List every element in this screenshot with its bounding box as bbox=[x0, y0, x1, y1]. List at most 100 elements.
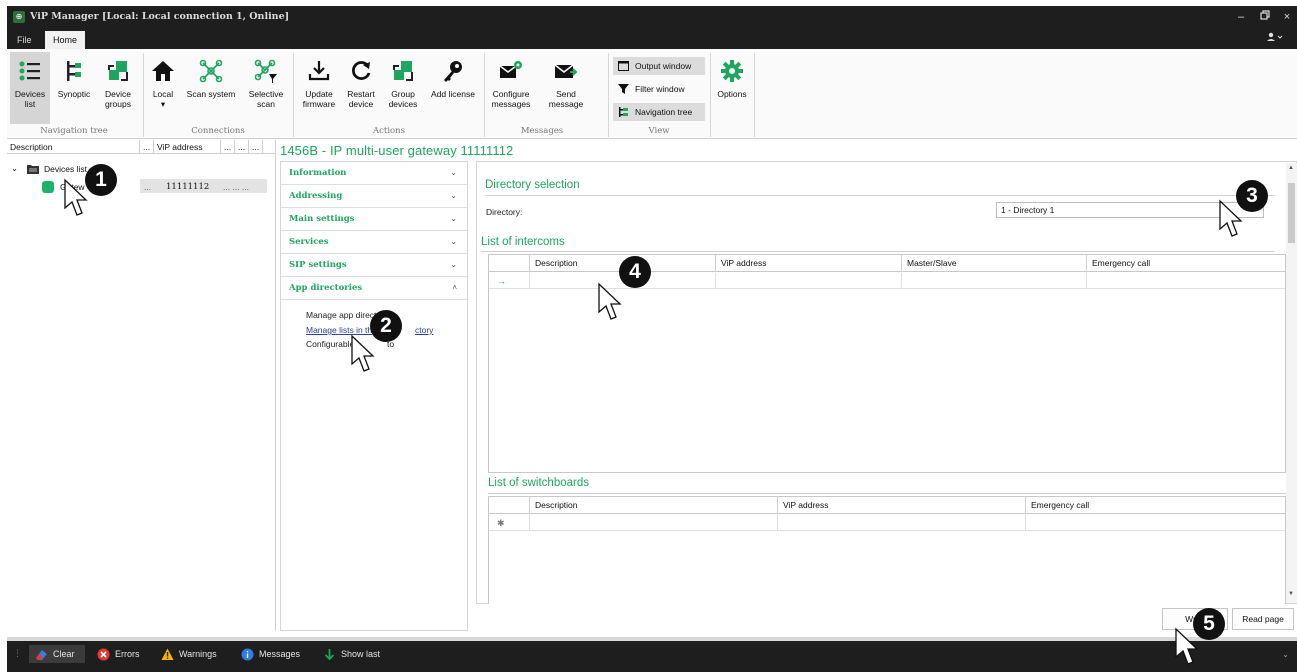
table-cell[interactable] bbox=[530, 515, 778, 531]
tree-root-label[interactable]: Devices list bbox=[44, 163, 87, 175]
local-button[interactable]: Local ▾ bbox=[147, 52, 179, 124]
content-scrollbar[interactable]: ▲ ▼ bbox=[1286, 163, 1297, 603]
table-cell[interactable] bbox=[778, 515, 1026, 531]
window-title: ViP Manager [Local: Local connection 1, … bbox=[30, 11, 290, 22]
tree-col-dots[interactable]: ... bbox=[235, 140, 249, 154]
restart-device-button[interactable]: Restart device bbox=[343, 52, 379, 124]
row-header-cell: ✱ bbox=[489, 515, 530, 531]
scrollbar-thumb[interactable] bbox=[1288, 183, 1295, 243]
devices-list-icon bbox=[19, 61, 40, 81]
grid-col-emergency-call[interactable]: Emergency call bbox=[1087, 255, 1286, 272]
annotation-badge-5: 5 bbox=[1193, 608, 1225, 640]
output-splitter[interactable] bbox=[7, 637, 1297, 641]
submenu-manage-app-directories[interactable]: Manage app directo bbox=[306, 310, 381, 320]
selective-scan-button[interactable]: Selective scan bbox=[243, 52, 289, 124]
configure-messages-label: Configure messages bbox=[491, 89, 531, 109]
grid-col-master-slave[interactable]: Master/Slave bbox=[902, 255, 1087, 272]
scan-system-label: Scan system bbox=[186, 89, 236, 99]
section-divider bbox=[488, 493, 1286, 494]
grid-col-emergency-call[interactable]: Emergency call bbox=[1026, 497, 1286, 514]
add-license-button[interactable]: Add license bbox=[427, 52, 479, 124]
synoptic-label: Synoptic bbox=[57, 89, 91, 99]
tree-col-dots[interactable]: ... bbox=[249, 140, 263, 154]
devices-list-button[interactable]: Devices list bbox=[10, 52, 50, 124]
read-page-button[interactable]: Read page bbox=[1232, 608, 1294, 630]
directory-label: Directory: bbox=[486, 207, 523, 217]
filter-window-label: Filter window bbox=[635, 84, 685, 94]
chevron-down-icon[interactable]: ⌄ bbox=[1282, 650, 1289, 659]
menu-item-sip-settings[interactable]: SIP settings ⌄ bbox=[281, 254, 467, 277]
synoptic-button[interactable]: Synoptic bbox=[54, 52, 94, 124]
show-last-label: Show last bbox=[341, 649, 381, 659]
annotation-badge-1: 1 bbox=[85, 164, 117, 196]
tab-file[interactable]: File bbox=[9, 31, 40, 49]
show-last-button[interactable]: Show last bbox=[323, 647, 380, 661]
error-icon bbox=[97, 648, 110, 661]
send-message-button[interactable]: Send message bbox=[538, 52, 594, 124]
user-icon[interactable] bbox=[1267, 32, 1283, 45]
warnings-button[interactable]: Warnings bbox=[161, 647, 217, 661]
grid-col-vip-address[interactable]: ViP address bbox=[778, 497, 1026, 514]
submenu-configurable[interactable]: Configurable bbox=[306, 339, 354, 349]
messages-button[interactable]: Messages bbox=[241, 647, 300, 661]
scroll-up-icon[interactable]: ▲ bbox=[1288, 165, 1294, 171]
scan-system-button[interactable]: Scan system bbox=[183, 52, 239, 124]
intercoms-grid-header: Description ViP address Master/Slave Eme… bbox=[489, 255, 1285, 272]
table-cell[interactable] bbox=[902, 273, 1087, 289]
output-window-icon bbox=[618, 61, 629, 71]
tree-col-dots[interactable]: ... bbox=[140, 140, 154, 154]
configure-messages-button[interactable]: Configure messages bbox=[490, 52, 532, 124]
switchboards-grid: Description ViP address Emergency call ✱ bbox=[488, 496, 1286, 604]
selective-scan-label: Selective scan bbox=[248, 89, 284, 109]
tree-col-dots[interactable]: ... bbox=[221, 140, 235, 154]
device-groups-button[interactable]: Device groups bbox=[98, 52, 138, 124]
filter-window-toggle[interactable]: Filter window bbox=[613, 80, 705, 98]
device-status-icon bbox=[42, 181, 54, 193]
switchboards-grid-header: Description ViP address Emergency call bbox=[489, 497, 1285, 514]
clear-button[interactable]: Clear bbox=[35, 647, 75, 661]
submenu-manage-lists-tail[interactable]: ctory bbox=[415, 325, 433, 335]
errors-button[interactable]: Errors bbox=[97, 647, 140, 661]
tree-col-vip-address[interactable]: ViP address bbox=[154, 140, 221, 154]
options-button[interactable]: Options bbox=[714, 52, 750, 124]
gear-icon bbox=[721, 60, 743, 82]
device-groups-label: Device groups bbox=[105, 89, 131, 109]
scan-system-icon bbox=[199, 59, 223, 83]
new-row-icon: ✱ bbox=[497, 518, 505, 528]
update-firmware-button[interactable]: Update firmware bbox=[299, 52, 339, 124]
close-button[interactable]: × bbox=[1278, 9, 1296, 25]
chevron-down-icon: ⌄ bbox=[450, 191, 457, 200]
table-cell[interactable] bbox=[1026, 515, 1286, 531]
ribbon-divider bbox=[484, 53, 485, 137]
group-label-navigation-tree: Navigation tree bbox=[40, 126, 108, 136]
minimize-button[interactable]: – bbox=[1232, 9, 1250, 25]
grid-col-description[interactable]: Description bbox=[530, 497, 778, 514]
menu-item-app-directories[interactable]: App directories ˄ bbox=[281, 277, 467, 300]
tab-home[interactable]: Home bbox=[45, 31, 86, 49]
grip-icon[interactable]: ⋮ bbox=[13, 648, 22, 659]
maximize-button[interactable] bbox=[1256, 9, 1274, 25]
ribbon-divider bbox=[754, 53, 755, 137]
tree-device-dots: ... bbox=[144, 182, 152, 192]
messages-label: Messages bbox=[259, 649, 301, 659]
chevron-down-icon: ⌄ bbox=[450, 168, 457, 177]
menu-item-information[interactable]: Information ⌄ bbox=[281, 162, 467, 185]
tree-expander[interactable]: ⌄ bbox=[11, 162, 18, 174]
tree-device-address: 11111112 bbox=[166, 182, 210, 192]
menu-item-addressing[interactable]: Addressing ⌄ bbox=[281, 185, 467, 208]
group-devices-button[interactable]: Group devices bbox=[383, 52, 423, 124]
scroll-down-icon[interactable]: ▼ bbox=[1288, 591, 1294, 597]
navigation-tree-toggle[interactable]: Navigation tree bbox=[613, 103, 705, 121]
settings-menu: Information ⌄ Addressing ⌄ Main settings ⌄ … bbox=[280, 161, 468, 631]
table-cell[interactable] bbox=[716, 273, 902, 289]
output-window-bar: ⋮ Clear Errors Warnings Messages Show la… bbox=[7, 637, 1297, 672]
menu-item-services[interactable]: Services ⌄ bbox=[281, 231, 467, 254]
tree-col-description[interactable]: Description bbox=[7, 140, 140, 154]
grid-col-vip-address[interactable]: ViP address bbox=[716, 255, 902, 272]
menu-item-main-settings[interactable]: Main settings ⌄ bbox=[281, 208, 467, 231]
output-window-toggle[interactable]: Output window bbox=[613, 57, 705, 75]
annotation-badge-4: 4 bbox=[619, 256, 651, 288]
table-cell[interactable] bbox=[1087, 273, 1286, 289]
menu-item-label: Services bbox=[289, 237, 329, 247]
table-row[interactable]: ✱ bbox=[489, 515, 1285, 531]
